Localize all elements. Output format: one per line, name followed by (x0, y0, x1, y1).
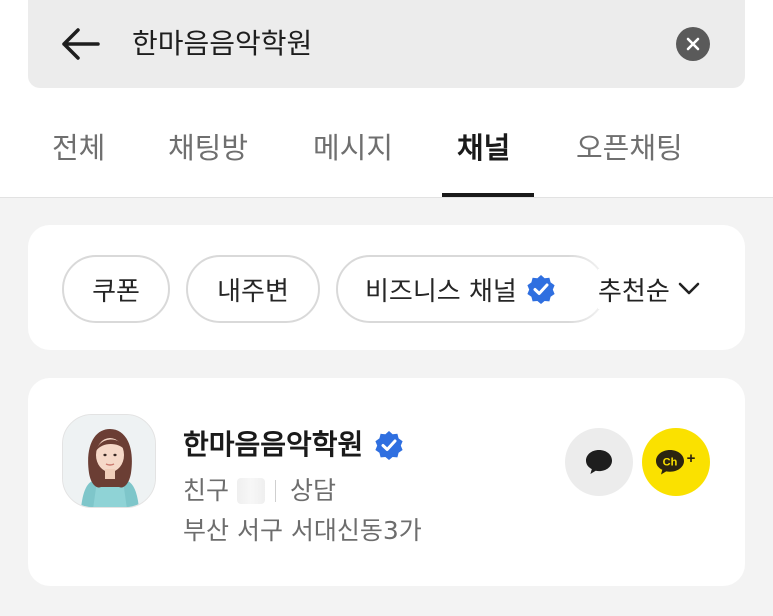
chat-button[interactable] (565, 428, 633, 496)
chat-bubble-icon (586, 450, 612, 474)
filter-chip-business-channel[interactable]: 비즈니스 채널 (336, 255, 606, 323)
sort-dropdown[interactable]: 추천순 (598, 269, 700, 309)
profile-photo (63, 415, 155, 507)
back-arrow-icon[interactable] (58, 24, 102, 64)
add-channel-icon: Ch + (656, 450, 696, 475)
meta-divider (275, 480, 277, 502)
sort-label: 추천순 (598, 276, 670, 307)
friends-count-redacted (237, 478, 266, 504)
filter-chip-label: 내주변 (217, 276, 289, 307)
tab-chatrooms[interactable]: 채팅방 (168, 128, 248, 168)
tab-channels[interactable]: 채널 (457, 128, 510, 168)
tab-bar: 전체 채팅방 메시지 채널 오픈채팅 (0, 120, 773, 198)
filter-chip-label: 쿠폰 (92, 276, 140, 307)
clear-icon (686, 37, 700, 51)
tab-all[interactable]: 전체 (52, 128, 105, 168)
channel-name-row: 한마음음악학원 (183, 426, 405, 464)
channel-meta: 친구 상담 (183, 474, 336, 508)
tab-messages[interactable]: 메시지 (313, 128, 393, 168)
add-channel-button[interactable]: Ch + (642, 428, 710, 496)
verified-badge-icon (375, 431, 403, 460)
channel-result-card[interactable]: 한마음음악학원 친구 상담 부산 서구 서대신동3가 Ch + (28, 378, 745, 586)
add-channel-plus-glyph: + (687, 450, 696, 467)
friends-label: 친구 (183, 476, 230, 505)
filter-chip-nearby[interactable]: 내주변 (186, 255, 320, 323)
consult-label: 상담 (290, 476, 337, 505)
add-channel-icon-text: Ch (663, 457, 678, 469)
clear-search-button[interactable] (676, 27, 710, 61)
filter-bar: 쿠폰 내주변 비즈니스 채널 추천순 (28, 225, 745, 350)
tab-open-chat[interactable]: 오픈채팅 (576, 128, 683, 168)
search-input[interactable]: 한마음음악학원 (132, 26, 312, 62)
channel-address: 부산 서구 서대신동3가 (183, 516, 422, 545)
filter-chip-coupon[interactable]: 쿠폰 (62, 255, 170, 323)
filter-chip-label: 비즈니스 채널 (365, 276, 517, 307)
header: 한마음음악학원 전체 채팅방 메시지 채널 오픈채팅 (0, 0, 773, 198)
active-tab-indicator (442, 193, 534, 197)
chevron-down-icon (678, 282, 700, 295)
channel-avatar[interactable] (62, 414, 156, 508)
channel-name: 한마음음악학원 (183, 428, 364, 461)
verified-badge-icon (527, 275, 555, 304)
